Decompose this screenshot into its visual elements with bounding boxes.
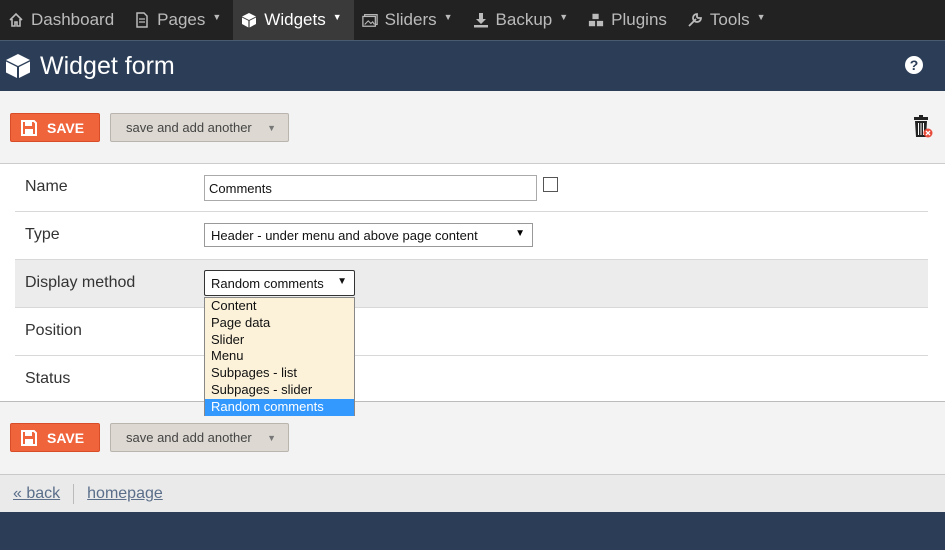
save-and-add-another-button[interactable]: save and add another ▼ [110, 423, 289, 452]
nav-item-tools[interactable]: Tools ▼ [679, 0, 778, 40]
chevron-down-icon: ▼ [337, 276, 347, 287]
cubes-icon [588, 12, 604, 28]
image-icon [361, 12, 378, 28]
dropdown-option[interactable]: Menu [205, 348, 354, 365]
save-label: SAVE [47, 119, 85, 136]
save-label: SAVE [47, 429, 85, 446]
top-toolbar: SAVE save and add another ▼ [0, 91, 945, 163]
homepage-link[interactable]: homepage [87, 485, 163, 503]
chevron-down-icon: ▼ [212, 12, 222, 22]
nav-label: Sliders [384, 10, 437, 29]
nav-label: Widgets [264, 10, 326, 29]
type-label: Type [25, 226, 60, 243]
nav-label: Dashboard [31, 10, 115, 29]
footer: « back homepage [0, 474, 945, 512]
divider [73, 483, 75, 504]
status-label: Status [25, 370, 71, 387]
back-link[interactable]: « back [13, 485, 60, 503]
name-label: Name [25, 178, 68, 195]
nav-item-sliders[interactable]: Sliders ▼ [354, 0, 465, 40]
position-label: Position [25, 322, 82, 339]
dropdown-option[interactable]: Content [205, 298, 354, 315]
display-method-select-value: Random comments [211, 276, 324, 291]
name-input[interactable]: Comments [204, 175, 537, 201]
delete-icon[interactable] [911, 115, 933, 139]
wrench-icon [687, 12, 703, 28]
form-row-type: Type Header - under menu and above page … [15, 212, 928, 260]
chevron-down-icon: ▼ [559, 12, 569, 22]
dropdown-option[interactable]: Subpages - slider [205, 382, 354, 399]
save-icon [21, 119, 37, 136]
cube-icon [241, 12, 257, 28]
form-row-display-method: Display method Random comments ▼ [15, 260, 928, 308]
dropdown-option[interactable]: Subpages - list [205, 365, 354, 382]
nav-item-plugins[interactable]: Plugins [580, 0, 679, 40]
chevron-down-icon: ▼ [332, 12, 342, 22]
form-row-position: Position [15, 308, 928, 356]
main-content: SAVE save and add another ▼ Name Comment… [0, 91, 945, 474]
dropdown-option[interactable]: Slider [205, 332, 354, 349]
display-method-dropdown: Content Page data Slider Menu Subpages -… [204, 297, 355, 416]
page-title: Widget form [40, 51, 175, 80]
nav-item-widgets[interactable]: Widgets ▼ [233, 0, 354, 40]
save-button[interactable]: SAVE [10, 423, 100, 452]
save-and-add-another-label: save and add another [126, 430, 252, 445]
bottom-toolbar: SAVE save and add another ▼ [0, 402, 945, 474]
chevron-down-icon[interactable]: ▼ [267, 433, 276, 443]
save-button[interactable]: SAVE [10, 113, 100, 142]
type-select[interactable]: Header - under menu and above page conte… [204, 223, 533, 247]
chevron-down-icon: ▼ [756, 12, 766, 22]
save-icon [21, 429, 37, 446]
widget-form: Name Comments Type Header - under menu a… [0, 163, 945, 402]
bottom-bar [0, 512, 945, 550]
display-method-label: Display method [25, 274, 136, 291]
nav-item-pages[interactable]: Pages ▼ [126, 0, 233, 40]
download-icon [473, 12, 489, 28]
nav-label: Pages [157, 10, 206, 29]
help-icon[interactable]: ? [905, 56, 923, 74]
dropdown-option[interactable]: Page data [205, 315, 354, 332]
cube-icon [6, 54, 30, 78]
chevron-down-icon[interactable]: ▼ [267, 123, 276, 133]
top-nav: Dashboard Pages ▼ Widgets ▼ Sliders ▼ Ba… [0, 0, 945, 40]
chevron-down-icon: ▼ [443, 12, 453, 22]
name-checkbox[interactable] [543, 177, 558, 192]
form-row-status: Status [15, 356, 928, 402]
save-and-add-another-label: save and add another [126, 120, 252, 135]
nav-label: Tools [709, 10, 750, 29]
nav-item-backup[interactable]: Backup ▼ [465, 0, 581, 40]
home-icon [8, 12, 24, 28]
page-header: Widget form ? [0, 40, 945, 91]
save-and-add-another-button[interactable]: save and add another ▼ [110, 113, 289, 142]
dropdown-option-selected[interactable]: Random comments [205, 398, 354, 416]
document-icon [134, 12, 150, 28]
display-method-select[interactable]: Random comments ▼ [204, 270, 355, 296]
nav-item-dashboard[interactable]: Dashboard [0, 0, 126, 40]
type-select-value: Header - under menu and above page conte… [211, 228, 478, 243]
form-row-name: Name Comments [15, 164, 928, 212]
nav-label: Backup [495, 10, 553, 29]
nav-label: Plugins [611, 10, 667, 29]
chevron-down-icon: ▼ [515, 228, 525, 239]
